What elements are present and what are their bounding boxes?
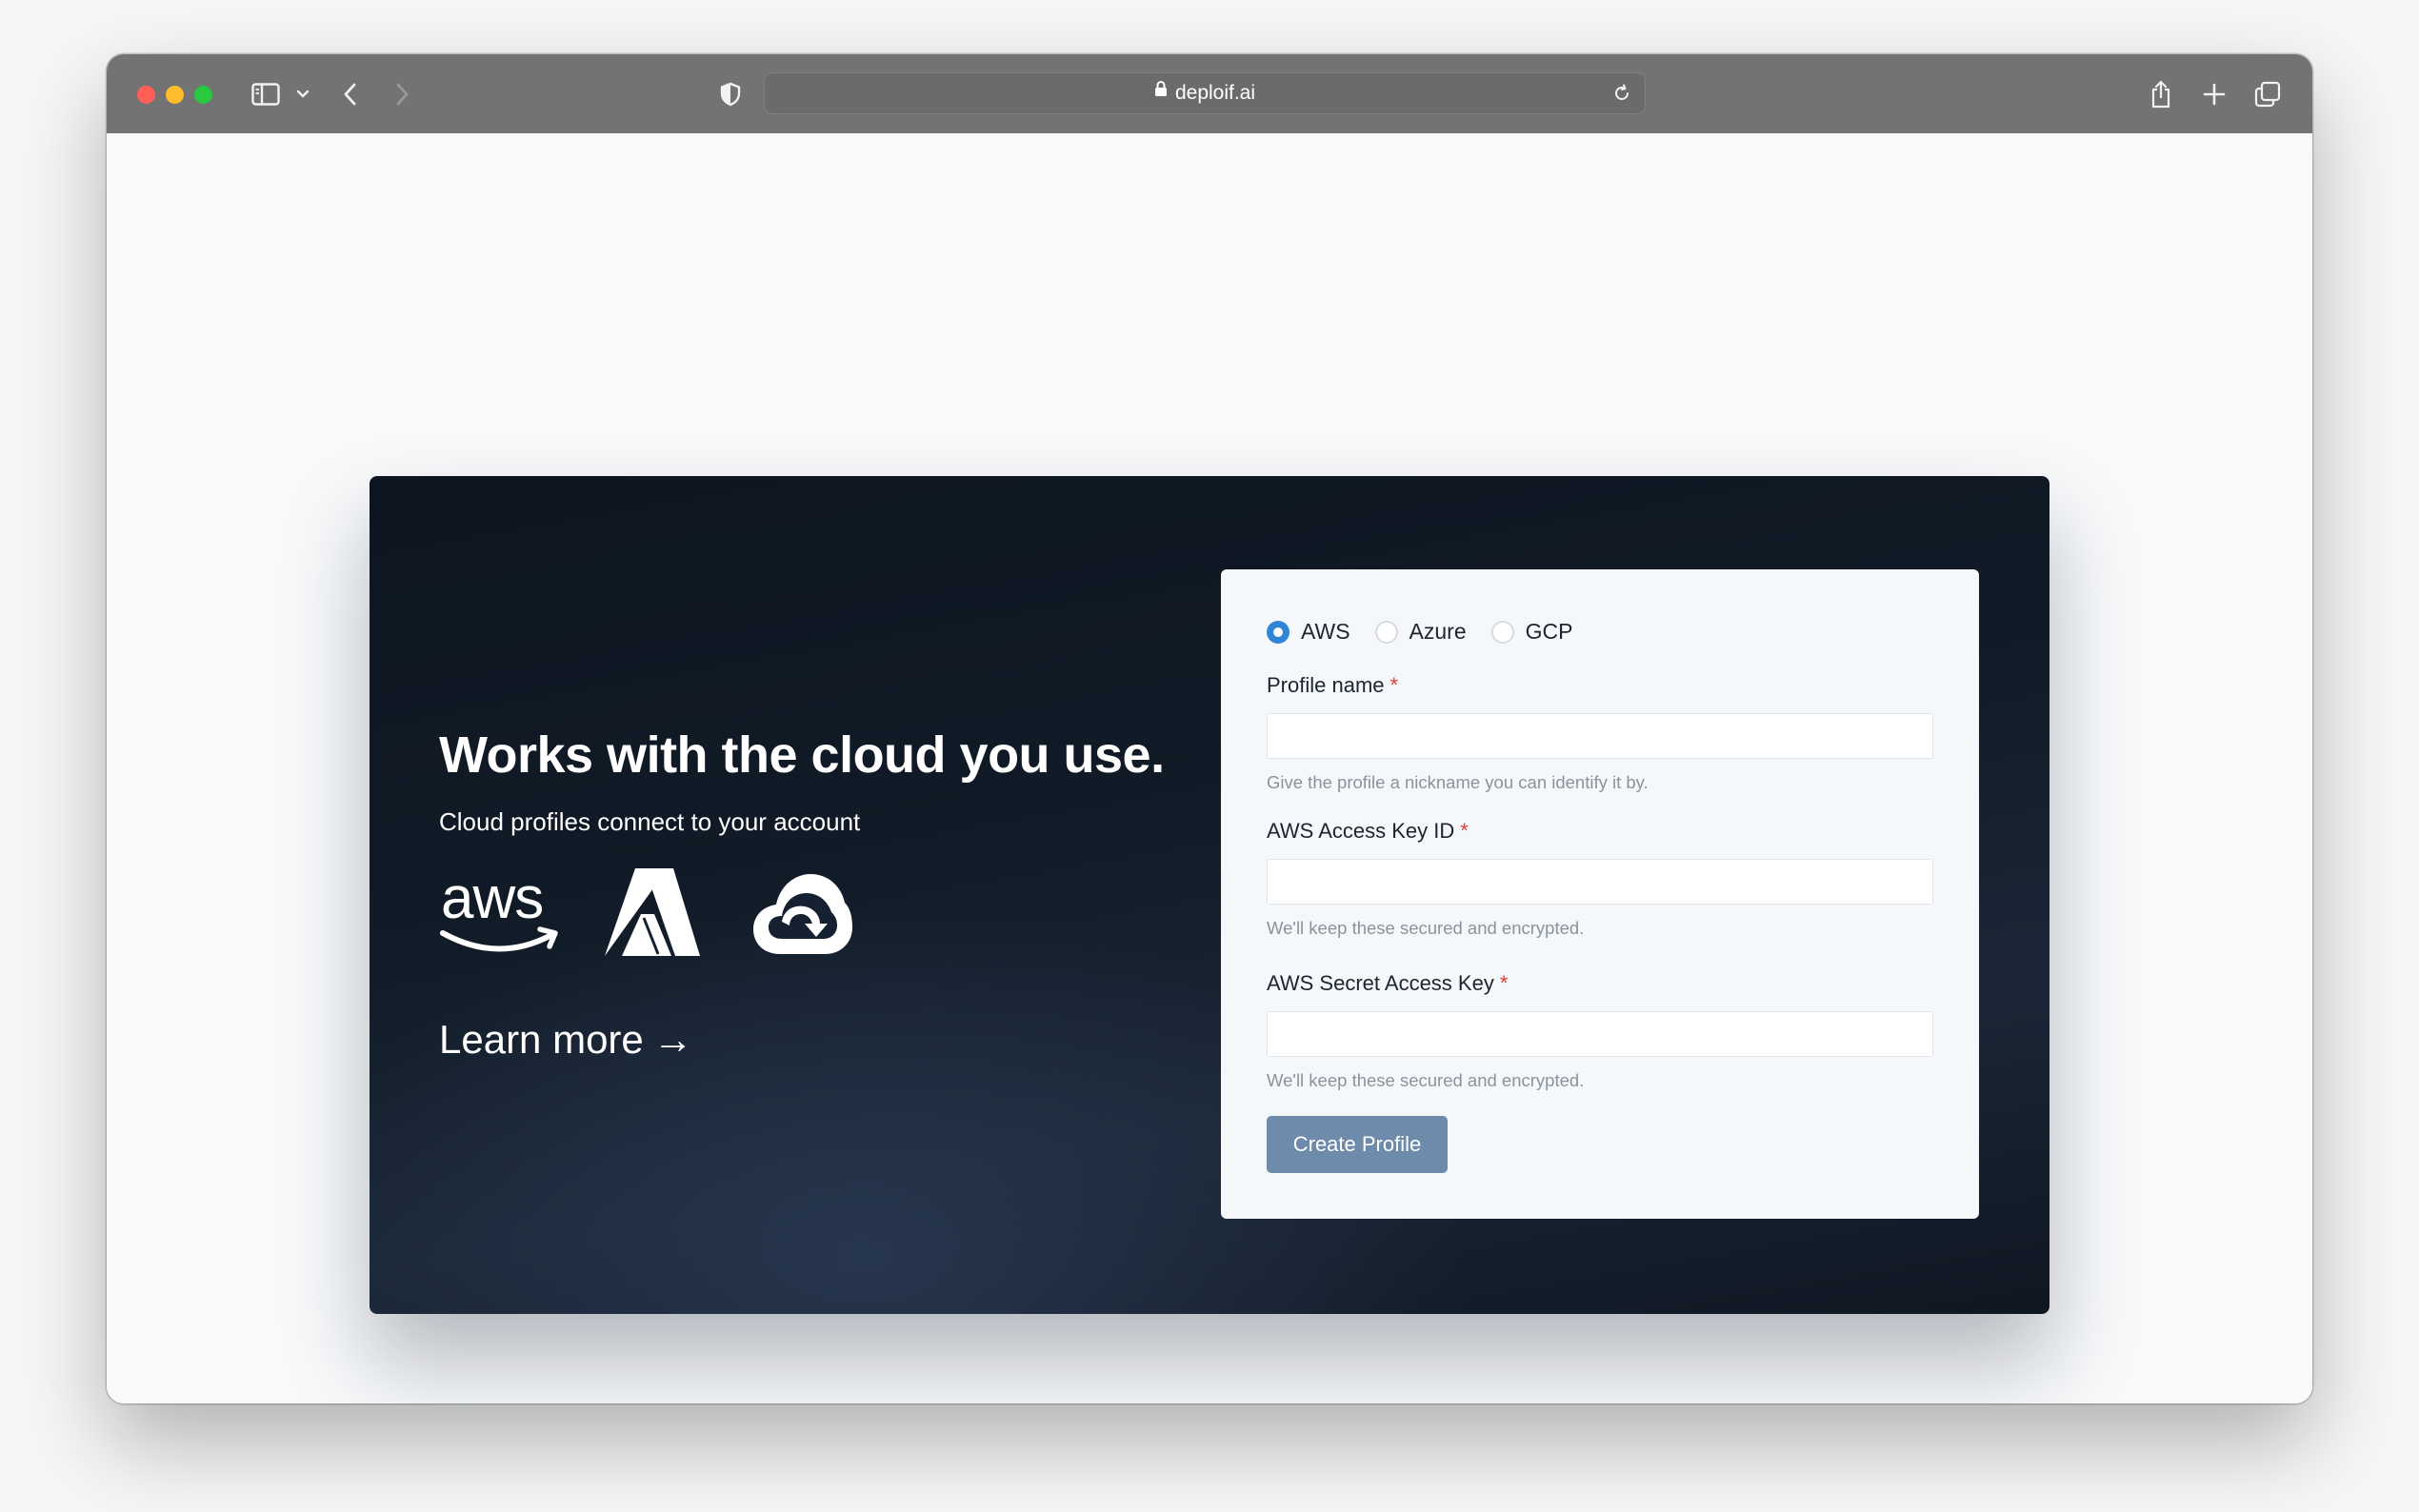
provider-option-azure[interactable]: Azure: [1374, 619, 1467, 645]
share-icon[interactable]: [2147, 75, 2175, 113]
close-window-button[interactable]: [137, 86, 155, 104]
lock-icon: [1154, 71, 1168, 111]
reload-icon[interactable]: [1612, 84, 1631, 108]
create-profile-button[interactable]: Create Profile: [1267, 1116, 1448, 1173]
azure-radio[interactable]: [1374, 620, 1398, 644]
learn-more-label: Learn more: [439, 1017, 644, 1062]
arrow-right-icon: →: [652, 1017, 693, 1062]
access-key-id-label-text: AWS Access Key ID: [1267, 819, 1455, 843]
chevron-down-icon[interactable]: [293, 75, 312, 113]
profile-name-input[interactable]: [1267, 713, 1933, 759]
provider-option-aws[interactable]: AWS: [1267, 619, 1350, 645]
required-mark: *: [1499, 971, 1509, 995]
forward-icon[interactable]: [389, 75, 415, 113]
create-profile-form: AWS Azure GCP Profile name * Give the pro: [1221, 569, 1979, 1219]
shield-icon[interactable]: [716, 75, 745, 113]
minimize-window-button[interactable]: [166, 86, 184, 104]
access-key-id-help: We'll keep these secured and encrypted.: [1267, 918, 1585, 938]
access-key-id-input[interactable]: [1267, 859, 1933, 905]
aws-logo: aws: [439, 865, 561, 961]
zoom-window-button[interactable]: [194, 86, 212, 104]
aws-logo-text: aws: [441, 868, 543, 931]
azure-logo: [603, 865, 702, 965]
required-mark: *: [1460, 819, 1469, 843]
back-icon[interactable]: [337, 75, 364, 113]
learn-more-link[interactable]: Learn more →: [439, 1017, 693, 1063]
url-text: deploif.ai: [1174, 82, 1256, 104]
gcp-radio[interactable]: [1490, 620, 1514, 644]
secret-access-key-input[interactable]: [1267, 1011, 1933, 1057]
tabs-icon[interactable]: [2253, 75, 2282, 113]
access-key-id-label: AWS Access Key ID *: [1267, 819, 1469, 844]
secret-access-key-label-text: AWS Secret Access Key: [1267, 971, 1494, 995]
secret-access-key-help: We'll keep these secured and encrypted.: [1267, 1070, 1585, 1090]
gcp-logo: [751, 870, 854, 963]
plus-icon[interactable]: [2200, 75, 2229, 113]
cloud-profile-hero: Works with the cloud you use. Cloud prof…: [370, 476, 2049, 1314]
sidebar-icon[interactable]: [250, 75, 282, 113]
gcp-radio-label: GCP: [1525, 619, 1573, 644]
azure-radio-label: Azure: [1409, 619, 1467, 644]
provider-option-gcp[interactable]: GCP: [1490, 619, 1573, 645]
profile-name-help: Give the profile a nickname you can iden…: [1267, 772, 1649, 792]
address-bar[interactable]: deploif.ai: [764, 72, 1646, 114]
hero-subheading: Cloud profiles connect to your account: [439, 807, 861, 836]
browser-window: deploif.ai Works with the cloud you use.…: [107, 54, 2312, 1403]
profile-name-label-text: Profile name: [1267, 673, 1385, 697]
aws-radio-label: AWS: [1301, 619, 1350, 644]
secret-access-key-label: AWS Secret Access Key *: [1267, 971, 1508, 996]
profile-name-label: Profile name *: [1267, 673, 1398, 698]
provider-radio-group: AWS Azure GCP: [1267, 619, 1597, 645]
required-mark: *: [1389, 673, 1399, 697]
page-viewport: Works with the cloud you use. Cloud prof…: [107, 133, 2312, 1403]
hero-heading: Works with the cloud you use.: [439, 726, 1165, 784]
browser-toolbar: deploif.ai: [107, 54, 2312, 134]
aws-radio[interactable]: [1267, 620, 1289, 644]
